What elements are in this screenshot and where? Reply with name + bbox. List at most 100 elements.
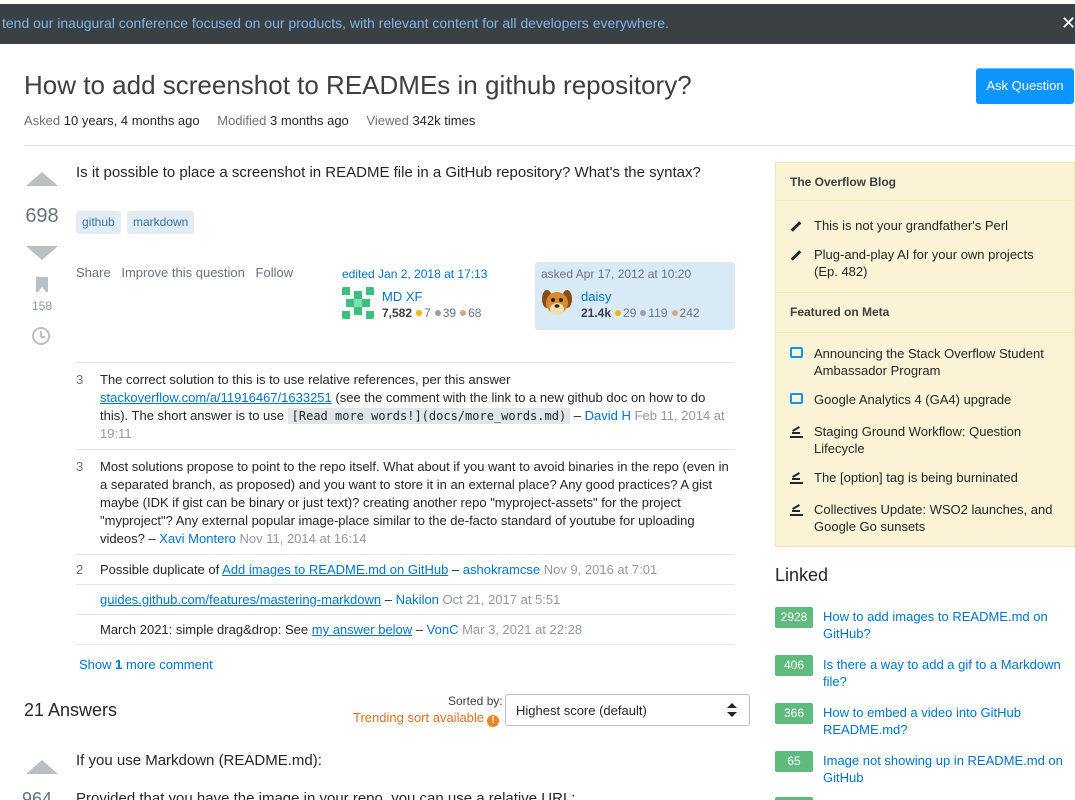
- show-more-prefix: Show: [79, 657, 112, 672]
- comment-item: 3 The correct solution to this is to use…: [76, 363, 735, 449]
- meta-heading: Featured on Meta: [776, 293, 1074, 331]
- bookmark-icon[interactable]: [36, 277, 48, 292]
- post-menu: Share Improve this question Follow: [76, 265, 300, 280]
- comment-text: Most solutions propose to point to the r…: [100, 458, 735, 548]
- editor-avatar[interactable]: [342, 287, 374, 319]
- editor-card: edited Jan 2, 2018 at 17:13 MD XF 7,582 7…: [336, 262, 526, 328]
- comment-text: guides.github.com/features/mastering-mar…: [100, 592, 561, 607]
- blog-item-text[interactable]: Plug-and-play AI for your own projects (…: [814, 246, 1060, 280]
- comment-user[interactable]: David H: [585, 408, 631, 423]
- asker-silver: 119: [648, 306, 668, 320]
- asker-stats: 21.4k 29 119 242: [581, 306, 700, 320]
- question-title[interactable]: How to add screenshot to READMEs in gith…: [24, 70, 692, 101]
- comment-link[interactable]: stackoverflow.com/a/11916467/1633251: [100, 390, 332, 405]
- silver-badge-icon: [434, 310, 441, 317]
- chat-bubble-icon: [790, 347, 804, 361]
- meta-item[interactable]: Staging Ground Workflow: Question Lifecy…: [790, 423, 1060, 457]
- history-icon[interactable]: [32, 327, 50, 345]
- comment-date[interactable]: Nov 11, 2014 at 16:14: [240, 531, 367, 546]
- meta-item-text[interactable]: The [option] tag is being burninated: [814, 469, 1060, 486]
- comment-user[interactable]: VonC: [427, 622, 459, 637]
- meta-item-text[interactable]: Staging Ground Workflow: Question Lifecy…: [814, 423, 1060, 457]
- comment-body: The correct solution to this is to use r…: [100, 372, 511, 387]
- comment-date[interactable]: Nov 9, 2016 at 7:01: [544, 562, 657, 577]
- comment-code: [Read more words!](docs/more_words.md): [287, 408, 571, 424]
- comment-user[interactable]: Nakilon: [396, 592, 439, 607]
- banner-text[interactable]: tend our inaugural conference focused on…: [2, 15, 669, 31]
- show-more-count: 1: [115, 657, 123, 672]
- blog-item[interactable]: Plug-and-play AI for your own projects (…: [790, 246, 1060, 280]
- comment-date[interactable]: Mar 3, 2021 at 22:28: [462, 622, 582, 637]
- comment-body: Possible duplicate of: [100, 562, 220, 577]
- question-meta: Asked 10 years, 4 months ago Modified 3 …: [24, 113, 489, 128]
- tag-markdown[interactable]: markdown: [127, 211, 195, 234]
- meta-item[interactable]: Google Analytics 4 (GA4) upgrade: [790, 391, 1060, 408]
- asker-name[interactable]: daisy: [581, 289, 611, 304]
- meta-item-text[interactable]: Announcing the Stack Overflow Student Am…: [814, 345, 1060, 379]
- linked-title[interactable]: How to embed a video into GitHub README.…: [823, 704, 1073, 738]
- comment-item: guides.github.com/features/mastering-mar…: [76, 585, 735, 614]
- comment-divider: [76, 644, 735, 645]
- stack-icon: [790, 503, 804, 517]
- comment-user[interactable]: ashokramcse: [463, 562, 540, 577]
- pencil-icon: [790, 248, 804, 262]
- editor-reputation: 7,582: [382, 306, 413, 320]
- comment-link[interactable]: my answer below: [312, 622, 412, 637]
- gold-badge-icon: [416, 310, 423, 317]
- meta-item[interactable]: Collectives Update: WSO2 launches, and G…: [790, 501, 1060, 535]
- linked-score: 65: [775, 751, 813, 772]
- editor-gold: 7: [424, 306, 431, 320]
- trending-sort-link[interactable]: Trending sort available!: [353, 710, 500, 727]
- asker-gold: 29: [623, 306, 637, 320]
- share-link[interactable]: Share: [76, 265, 111, 280]
- asked-label: Asked: [24, 113, 61, 128]
- comment-date[interactable]: Oct 21, 2017 at 5:51: [443, 592, 561, 607]
- linked-title[interactable]: How to add images to README.md on GitHub…: [823, 608, 1073, 642]
- sorted-by-label: Sorted by:: [448, 694, 503, 708]
- stack-icon: [790, 425, 804, 439]
- answer-text-continued: Provided that you have the image in your…: [76, 790, 576, 800]
- comment-user[interactable]: Xavi Montero: [159, 531, 236, 546]
- asked-value: 10 years, 4 months ago: [63, 113, 200, 128]
- meta-item[interactable]: The [option] tag is being burninated: [790, 469, 1060, 486]
- modified-value[interactable]: 3 months ago: [270, 113, 349, 128]
- answer-text: If you use Markdown (README.md):: [76, 752, 322, 769]
- asked-timestamp: asked Apr 17, 2012 at 10:20: [541, 267, 692, 281]
- answer-upvote-icon[interactable]: [26, 760, 58, 774]
- meta-item-text[interactable]: Collectives Update: WSO2 launches, and G…: [814, 501, 1060, 535]
- edited-timestamp[interactable]: edited Jan 2, 2018 at 17:13: [342, 267, 487, 281]
- viewed-label: Viewed: [366, 113, 409, 128]
- show-more-comments-link[interactable]: Show 1 more comment: [79, 657, 213, 672]
- editor-name[interactable]: MD XF: [382, 289, 422, 304]
- comment-link[interactable]: Add images to README.md on GitHub: [222, 562, 448, 577]
- comment-body: March 2021: simple drag&drop: See: [100, 622, 309, 637]
- meta-item[interactable]: Announcing the Stack Overflow Student Am…: [790, 345, 1060, 379]
- upvote-icon[interactable]: [26, 172, 58, 186]
- close-icon[interactable]: ✕: [1061, 12, 1075, 34]
- asker-reputation: 21.4k: [581, 306, 612, 320]
- downvote-icon[interactable]: [26, 246, 58, 260]
- pencil-icon: [790, 219, 804, 233]
- chat-bubble-icon: [790, 393, 804, 407]
- gold-badge-icon: [615, 310, 622, 317]
- ask-question-button[interactable]: Ask Question: [976, 68, 1074, 104]
- sort-select-value: Highest score (default): [516, 703, 647, 718]
- editor-silver: 39: [442, 306, 457, 320]
- follow-link[interactable]: Follow: [256, 265, 294, 280]
- asker-avatar[interactable]: [541, 287, 573, 319]
- linked-heading: Linked: [775, 565, 829, 585]
- linked-title[interactable]: Is there a way to add a gif to a Markdow…: [823, 656, 1073, 690]
- meta-item-text[interactable]: Google Analytics 4 (GA4) upgrade: [814, 391, 1060, 408]
- linked-title[interactable]: Image not showing up in README.md on Git…: [823, 752, 1073, 786]
- blog-item-text[interactable]: This is not your grandfather's Perl: [814, 217, 1060, 234]
- tag-github[interactable]: github: [76, 211, 121, 234]
- linked-score: 366: [775, 703, 813, 724]
- announcement-banner: tend our inaugural conference focused on…: [0, 4, 1075, 44]
- sort-select[interactable]: Highest score (default): [505, 694, 750, 726]
- question-score: 698: [25, 205, 59, 227]
- comment-item: March 2021: simple drag&drop: See my ans…: [76, 615, 735, 644]
- comment-link[interactable]: guides.github.com/features/mastering-mar…: [100, 592, 381, 607]
- blog-item[interactable]: This is not your grandfather's Perl: [790, 217, 1060, 234]
- improve-question-link[interactable]: Improve this question: [121, 265, 245, 280]
- info-icon: !: [487, 715, 500, 727]
